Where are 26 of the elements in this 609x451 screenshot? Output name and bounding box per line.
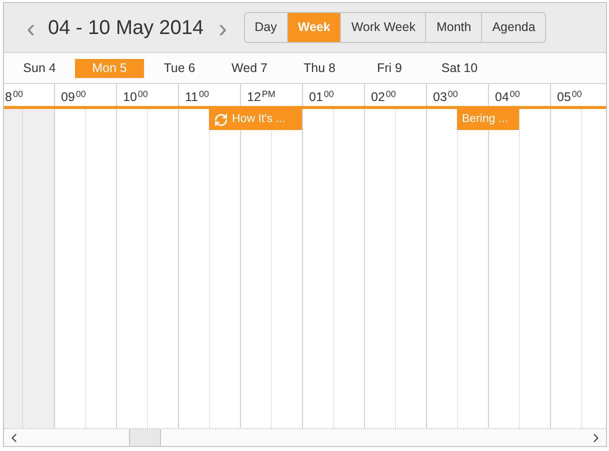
date-tab[interactable]: Wed 7: [215, 58, 284, 78]
view-tab[interactable]: Month: [425, 13, 482, 42]
date-tab[interactable]: Sun 4: [5, 58, 74, 78]
date-tab[interactable]: Tue 6: [145, 58, 214, 78]
time-header-cell: 12$^{PM}$: [240, 84, 302, 106]
time-header-cell: 11$^{00}$: [178, 84, 240, 106]
view-tab[interactable]: Work Week: [340, 13, 426, 42]
time-header-cell: 09$^{00}$: [54, 84, 116, 106]
view-tab[interactable]: Day: [244, 13, 287, 42]
event-title: How It's ...: [232, 112, 286, 127]
time-header-cell: 03$^{00}$: [426, 84, 488, 106]
horizontal-scrollbar[interactable]: [4, 428, 606, 446]
view-tab[interactable]: Agenda: [481, 13, 546, 42]
date-tab[interactable]: Thu 8: [285, 58, 354, 78]
time-header-cell: 05$^{00}$: [550, 84, 606, 106]
scrollbar-thumb[interactable]: [129, 429, 161, 446]
time-header-cell: 10$^{00}$: [116, 84, 178, 106]
time-header-cell: 04$^{00}$: [488, 84, 550, 106]
date-range: 04 - 10 May 2014: [48, 16, 204, 40]
date-tab[interactable]: Sat 10: [425, 58, 494, 78]
time-header-cell: 01$^{00}$: [302, 84, 364, 106]
event-title: Bering ...: [462, 112, 508, 127]
time-header-cell-text: 8$^{00}$: [4, 88, 24, 106]
date-tab[interactable]: Fri 9: [355, 58, 424, 78]
time-header-cell: 02$^{00}$: [364, 84, 426, 106]
recurring-icon: [214, 112, 228, 126]
